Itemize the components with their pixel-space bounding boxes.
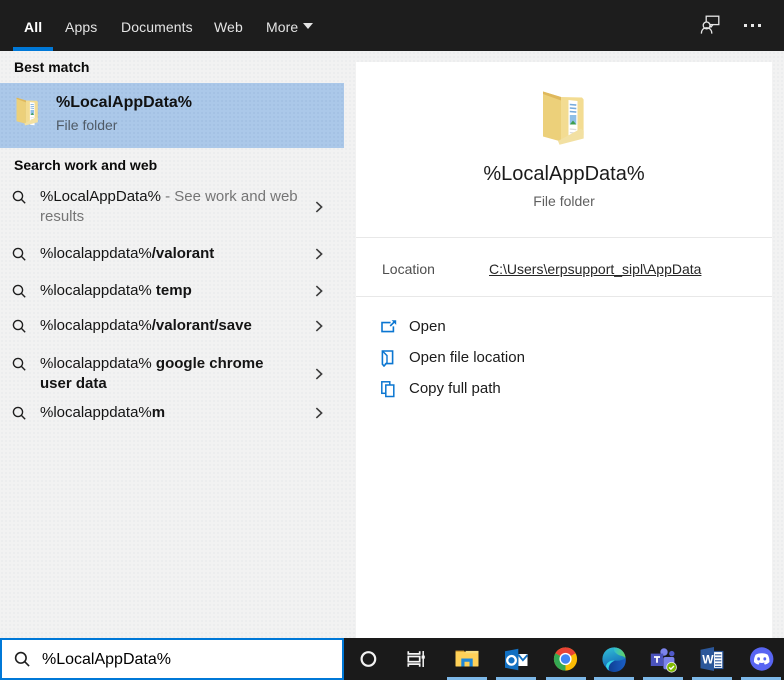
svg-text:W: W <box>702 653 714 667</box>
